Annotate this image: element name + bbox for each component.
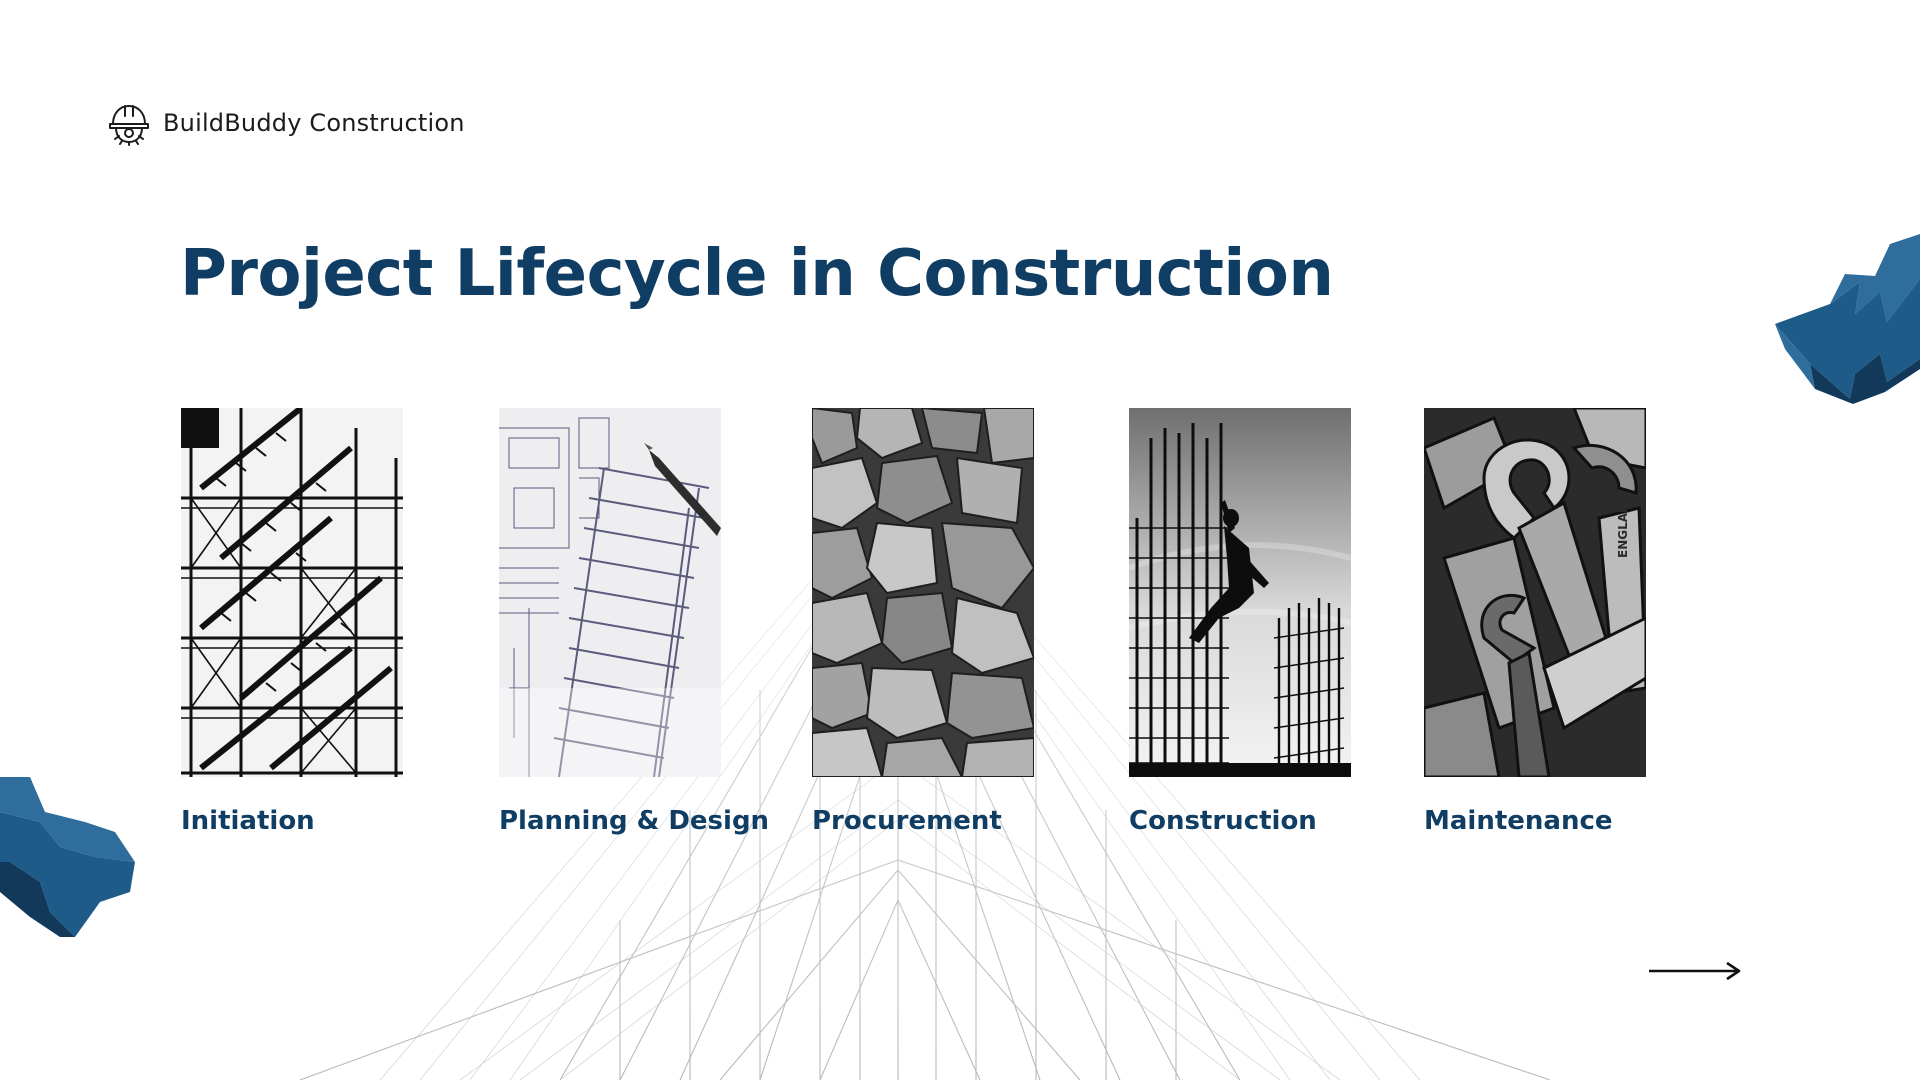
phase-label-procurement: Procurement xyxy=(812,806,1002,836)
brand-name: BuildBuddy Construction xyxy=(163,109,465,137)
blueprint-pen-photo xyxy=(499,408,721,777)
hardhat-gear-icon xyxy=(109,105,149,146)
phase-card-construction: Construction xyxy=(1129,408,1351,836)
svg-text:ENGLAND: ENGLAND xyxy=(1616,493,1630,558)
phase-label-initiation: Initiation xyxy=(181,806,315,836)
brand: BuildBuddy Construction xyxy=(107,100,465,146)
phase-card-planning-design: Planning & Design xyxy=(499,408,769,836)
decorative-zigzag-left xyxy=(0,752,135,937)
phase-label-construction: Construction xyxy=(1129,806,1317,836)
decorative-zigzag-right xyxy=(1775,234,1920,404)
gravel-rocks-photo xyxy=(812,408,1034,777)
phase-card-maintenance: ENGLAND Maintenance xyxy=(1424,408,1646,836)
phase-card-procurement: Procurement xyxy=(812,408,1034,836)
arrow-right-icon[interactable] xyxy=(1647,960,1743,982)
wrenches-photo: ENGLAND xyxy=(1424,408,1646,777)
page-title: Project Lifecycle in Construction xyxy=(180,237,1334,311)
phase-label-planning-design: Planning & Design xyxy=(499,806,770,836)
slide: BuildBuddy Construction Project Lifecycl… xyxy=(0,0,1920,1080)
worker-climbing-rebar-photo xyxy=(1129,408,1351,777)
phase-label-maintenance: Maintenance xyxy=(1424,806,1613,836)
phase-card-initiation: Initiation xyxy=(181,408,403,836)
staircase-scaffold-photo xyxy=(181,408,403,777)
